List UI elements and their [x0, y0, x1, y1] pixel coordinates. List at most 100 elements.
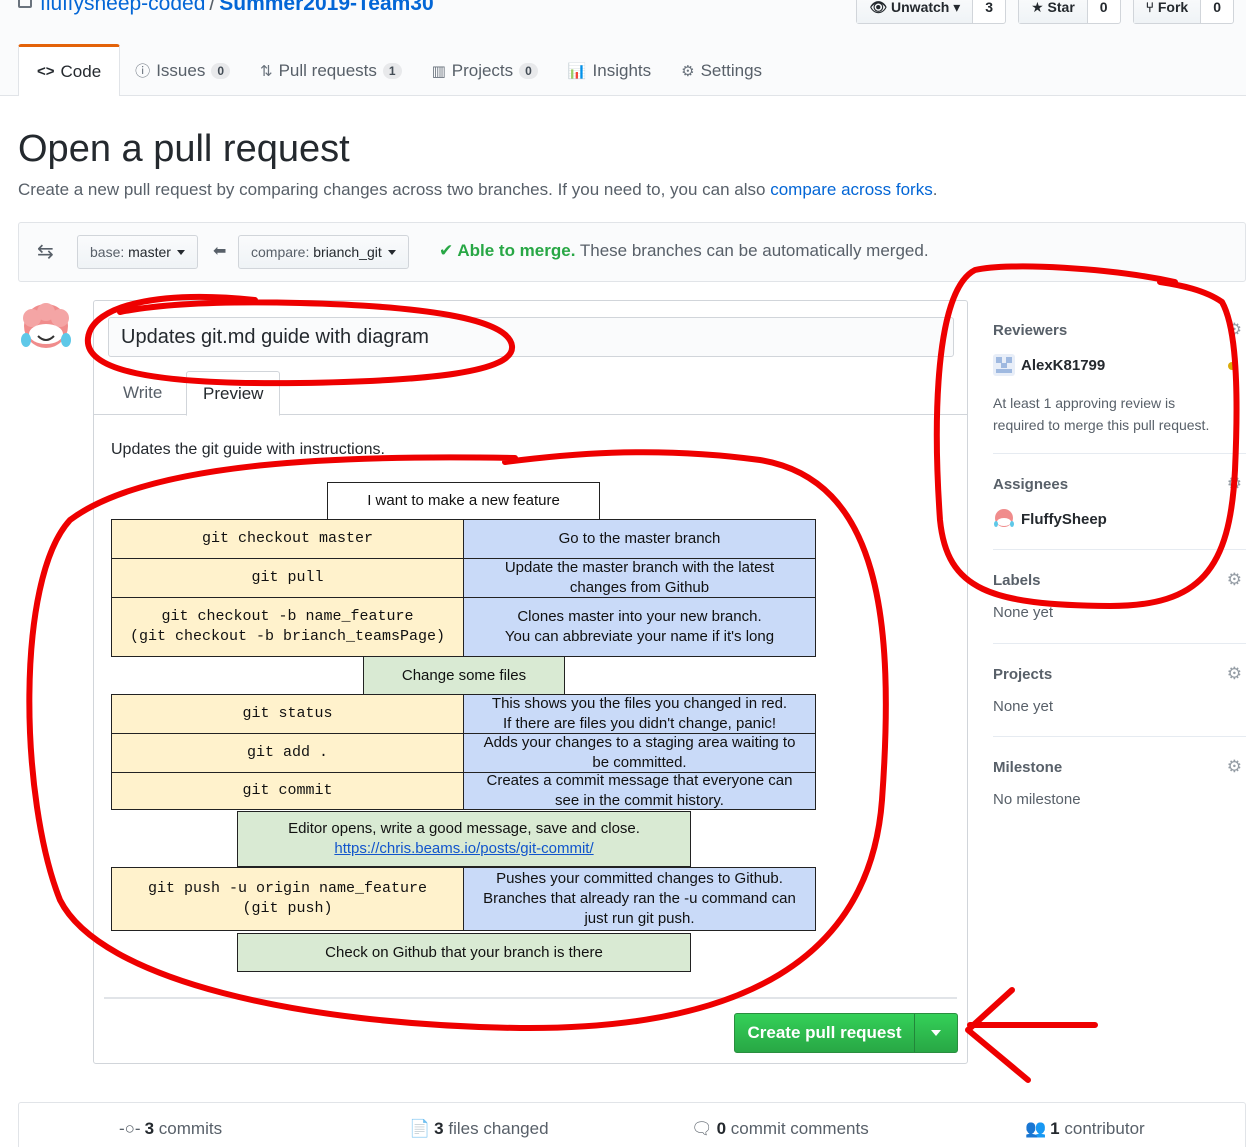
diagram-code-cell: git add . [111, 733, 464, 773]
range-editor: ⇆ base: master ⬅ compare: brianch_git ✔ … [18, 222, 1246, 282]
watch-button-group: 👁 Unwatch ▾ 3 [856, 0, 1007, 24]
diagram-code-cell: git checkout -b name_feature (git checko… [111, 597, 464, 657]
labels-value: None yet [993, 604, 1054, 621]
watch-label: Unwatch [891, 0, 950, 15]
files-changed-count[interactable]: 📄 3 files changed [409, 1119, 549, 1139]
gear-icon[interactable]: ⚙ [1227, 570, 1242, 590]
tab-pull-requests[interactable]: ⇅ Pull requests 1 [245, 44, 417, 96]
contributors-count[interactable]: 👥 1 contributor [1025, 1119, 1145, 1139]
base-prefix: base: [90, 244, 129, 260]
repo-title: fluffysheep-coded / Summer2019-Team30 [18, 0, 434, 16]
labels-heading[interactable]: Labels [993, 572, 1041, 589]
projects-heading[interactable]: Projects [993, 666, 1052, 683]
star-label: Star [1047, 0, 1075, 15]
assignee-user[interactable]: FluffySheep [993, 508, 1107, 530]
tab-preview[interactable]: Preview [186, 371, 281, 416]
base-branch: master [128, 244, 171, 260]
star-button[interactable]: ★ Star [1019, 0, 1088, 23]
page-subtitle-text: Create a new pull request by comparing c… [18, 180, 771, 199]
commits-count[interactable]: -○- 3 commits [119, 1119, 222, 1139]
assignees-heading[interactable]: Assignees [993, 476, 1068, 493]
repo-header: fluffysheep-coded / Summer2019-Team30 👁 Un… [0, 0, 1246, 96]
reviewer-user[interactable]: AlexK81799 [993, 354, 1105, 376]
pull-request-icon: ⇅ [260, 62, 273, 80]
diagram-desc-cell: Update the master branch with the latest… [463, 558, 816, 598]
tab-write[interactable]: Write [107, 371, 178, 416]
comment-icon: 🗨 [691, 1119, 713, 1138]
graph-icon: 📊 [567, 62, 587, 80]
reviewer-avatar [993, 354, 1015, 376]
sidebar-assignees: Assignees ⚙ FluffySheep [993, 454, 1246, 550]
gear-icon[interactable]: ⚙ [1227, 320, 1242, 340]
tab-projects[interactable]: ▥ Projects 0 [417, 44, 553, 96]
repo-name-link[interactable]: Summer2019-Team30 [219, 0, 433, 15]
page-subtitle: Create a new pull request by comparing c… [18, 180, 937, 200]
commit-comments-count[interactable]: 🗨 0 commit comments [691, 1119, 869, 1139]
comments-label: commit comments [726, 1119, 869, 1138]
gear-icon[interactable]: ⚙ [1227, 757, 1242, 777]
star-icon: ★ [1031, 0, 1048, 15]
gear-icon[interactable]: ⚙ [1227, 474, 1242, 494]
diagram-code-cell: git push -u origin name_feature (git pus… [111, 867, 464, 931]
diagram-code-cell: git commit [111, 772, 464, 810]
issue-icon: ⓘ [135, 63, 151, 80]
base-branch-select[interactable]: base: master [77, 235, 198, 269]
repo-owner-link[interactable]: fluffysheep-coded [40, 0, 205, 15]
watch-count[interactable]: 3 [973, 0, 1005, 23]
preview-text: Updates the git guide with instructions. [111, 441, 385, 458]
chevron-down-icon [387, 250, 396, 255]
create-pull-request-button[interactable]: Create pull request [734, 1013, 958, 1053]
diagram-step-cell: Change some files [363, 656, 565, 695]
tab-code[interactable]: <> Code [18, 44, 121, 96]
commits-number: 3 [144, 1119, 155, 1138]
commit-guide-link[interactable]: https://chris.beams.io/posts/git-commit/ [334, 839, 593, 859]
contributors-label: contributor [1059, 1119, 1145, 1138]
projects-value: None yet [993, 698, 1054, 715]
chevron-down-icon [176, 250, 185, 255]
watch-button[interactable]: 👁 Unwatch ▾ [857, 0, 974, 23]
page-subtitle-end: . [932, 180, 938, 199]
diagram-start: I want to make a new feature [327, 482, 600, 520]
merge-status: ✔ Able to merge. These branches can be a… [439, 241, 929, 261]
milestone-value: No milestone [993, 791, 1081, 808]
star-button-group: ★ Star 0 [1018, 0, 1121, 24]
fork-button[interactable]: ⑂ Fork [1133, 0, 1202, 23]
commit-icon: -○- [119, 1119, 141, 1138]
comments-number: 0 [716, 1119, 727, 1138]
diagram-code-cell: git pull [111, 558, 464, 598]
diagram-editor-cell: Editor opens, write a good message, save… [237, 811, 691, 867]
form-divider [104, 997, 957, 999]
editor-tabs: Write Preview [94, 371, 967, 416]
assignee-avatar [993, 508, 1015, 530]
create-options-dropdown[interactable] [915, 1014, 957, 1052]
title-input[interactable] [108, 317, 954, 357]
avatar[interactable] [18, 300, 74, 356]
assignee-name: FluffySheep [1021, 510, 1107, 528]
file-diff-icon: 📄 [409, 1119, 431, 1138]
gear-icon[interactable]: ⚙ [1227, 664, 1242, 684]
reviewers-heading[interactable]: Reviewers [993, 322, 1067, 339]
compare-forks-link[interactable]: compare across forks [770, 180, 933, 199]
fork-count[interactable]: 0 [1201, 0, 1233, 23]
repo-icon [18, 0, 32, 8]
project-icon: ▥ [431, 62, 446, 80]
diagram-desc-cell: Adds your changes to a staging area wait… [463, 733, 816, 773]
chevron-down-icon [931, 1030, 941, 1036]
create-pull-request-label[interactable]: Create pull request [735, 1014, 915, 1052]
tab-insights-label: Insights [592, 60, 652, 80]
fork-icon: ⑂ [1145, 0, 1158, 15]
tab-insights[interactable]: 📊 Insights [553, 44, 666, 96]
compare-branch-select[interactable]: compare: brianch_git [238, 235, 409, 269]
compare-icon: ⇆ [37, 241, 54, 263]
fork-label: Fork [1157, 0, 1189, 15]
compare-branch: brianch_git [313, 244, 382, 260]
diagram-desc-cell: Go to the master branch [463, 519, 816, 559]
code-icon: <> [37, 63, 55, 80]
star-count[interactable]: 0 [1088, 0, 1120, 23]
sidebar-reviewers: Reviewers ⚙ AlexK81799 At least 1 approv… [993, 300, 1246, 454]
contributors-number: 1 [1050, 1119, 1060, 1138]
milestone-heading[interactable]: Milestone [993, 759, 1062, 776]
tab-issues[interactable]: ⓘ Issues 0 [120, 44, 245, 96]
editor-text: Editor opens, write a good message, save… [288, 820, 640, 837]
tab-settings[interactable]: ⚙ Settings [666, 44, 777, 96]
